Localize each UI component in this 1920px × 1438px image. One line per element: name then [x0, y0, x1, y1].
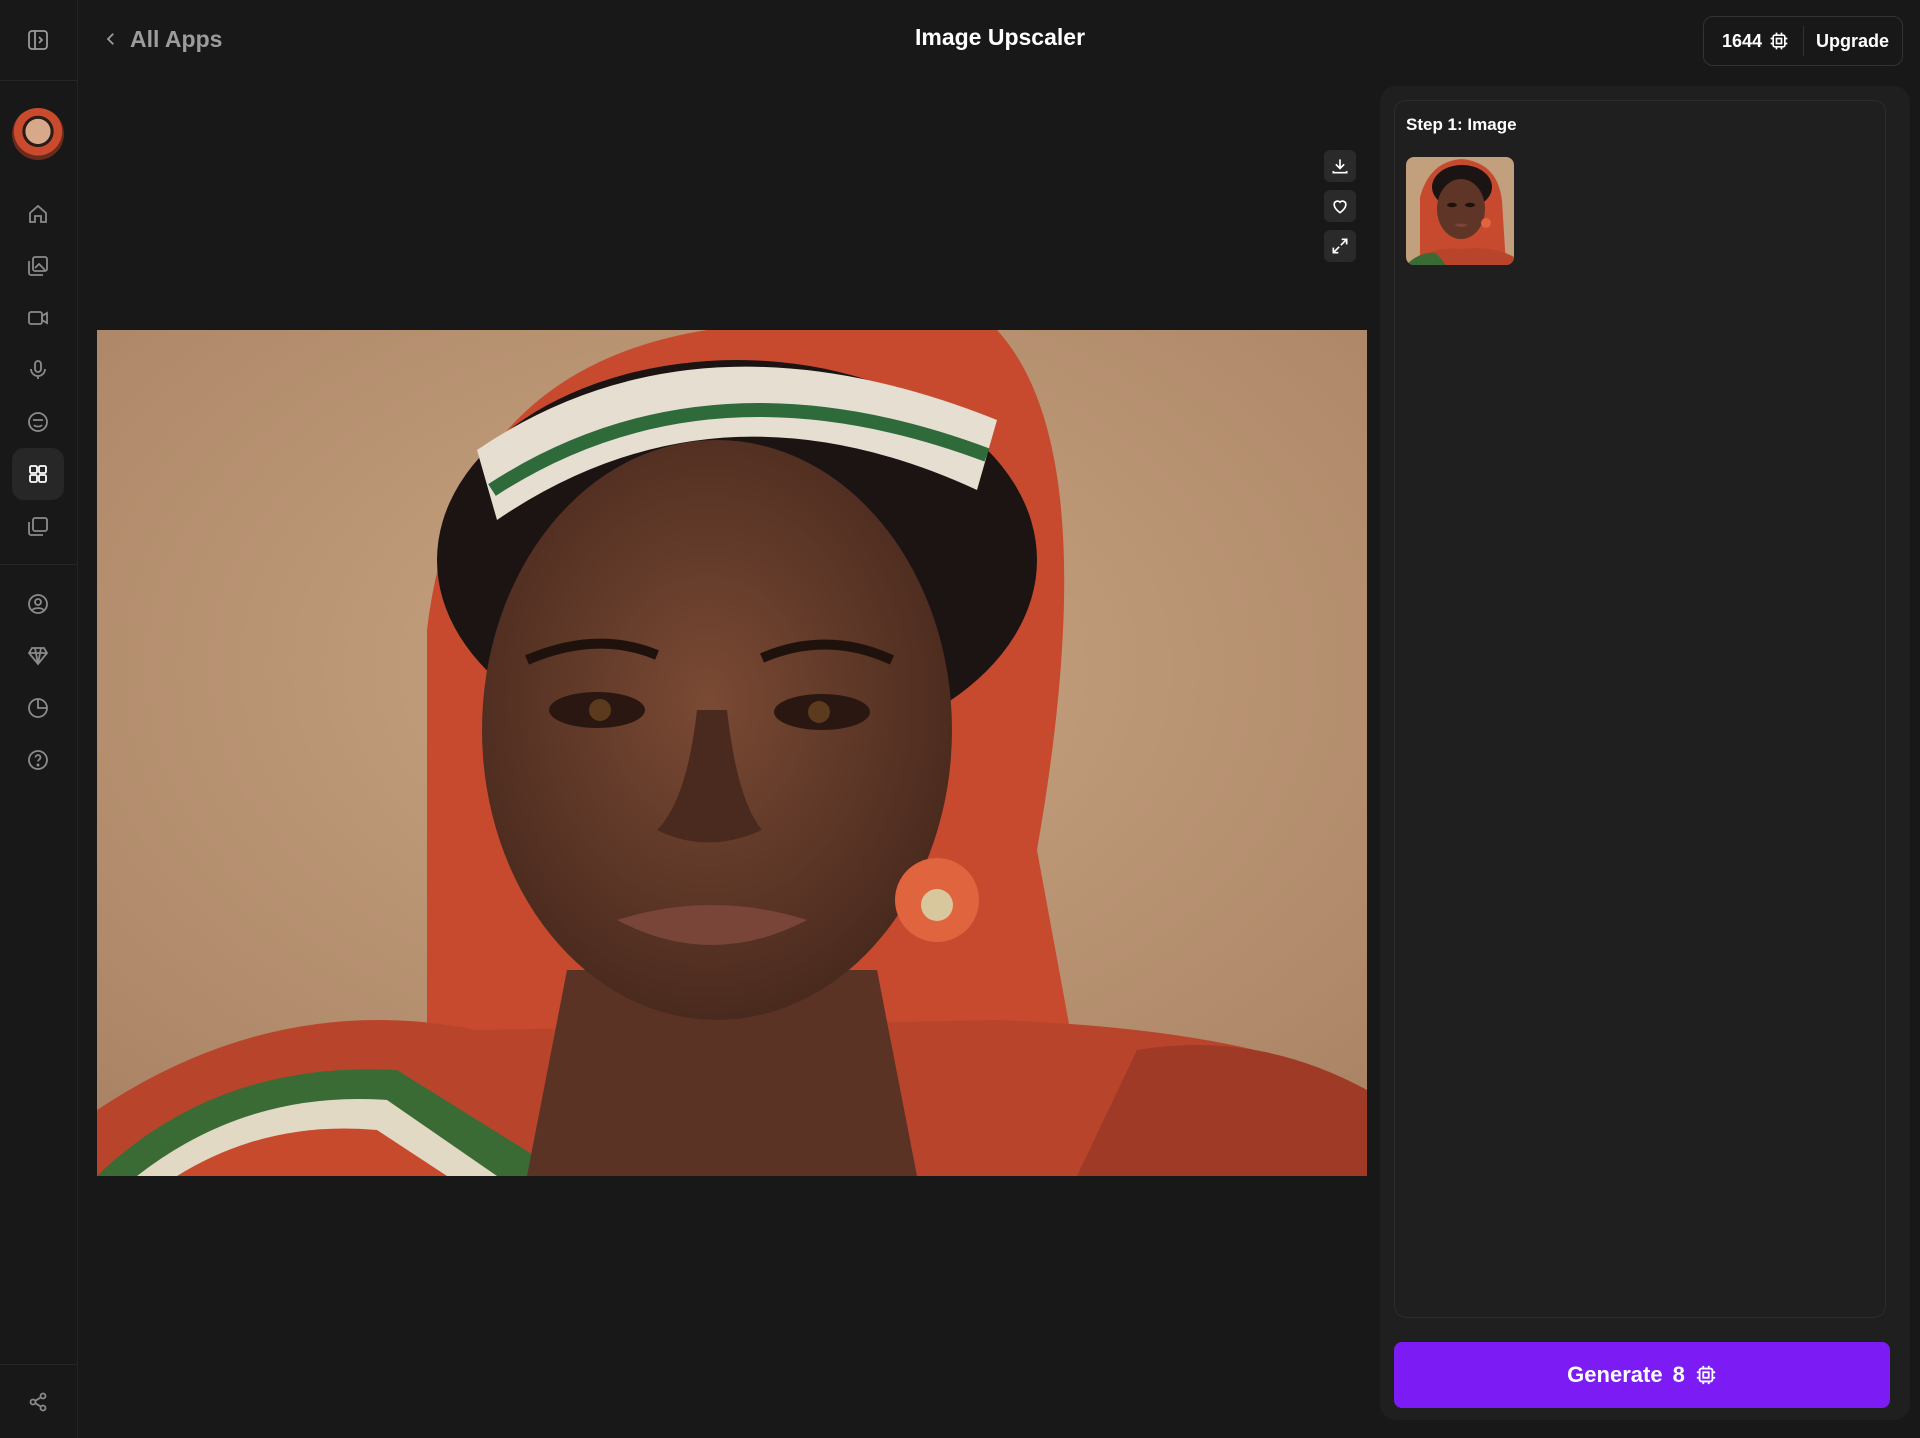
sidebar-item-home[interactable] — [12, 188, 64, 240]
chip-icon — [1770, 32, 1788, 50]
expand-icon — [1332, 238, 1348, 254]
settings-panel: Step 1: Image Generate 8 — [1380, 86, 1910, 1420]
sidebar-item-audio[interactable] — [12, 344, 64, 396]
download-button[interactable] — [1324, 150, 1356, 182]
result-image — [97, 330, 1367, 1176]
upgrade-button[interactable]: Upgrade — [1804, 31, 1889, 52]
microphone-icon — [30, 360, 46, 379]
sidebar-divider — [0, 1364, 78, 1365]
step-title: Step 1: Image — [1406, 115, 1517, 134]
generate-button[interactable]: Generate 8 — [1394, 1342, 1890, 1408]
home-icon — [29, 204, 47, 223]
sidebar-item-help[interactable] — [12, 734, 64, 786]
face-icon — [28, 412, 48, 432]
grid-icon — [29, 465, 47, 483]
sidebar-item-video[interactable] — [12, 292, 64, 344]
diamond-icon — [27, 647, 49, 666]
credits-bar: 1644 Upgrade — [1703, 16, 1903, 66]
sidebar — [0, 0, 78, 1438]
pie-chart-icon — [28, 698, 48, 718]
input-image-thumbnail[interactable] — [1406, 157, 1514, 265]
credits-count[interactable]: 1644 — [1704, 26, 1805, 56]
sidebar-item-usage[interactable] — [12, 682, 64, 734]
sidebar-item-apps[interactable] — [12, 448, 64, 500]
sidebar-divider — [0, 564, 78, 565]
generate-label: Generate — [1567, 1362, 1663, 1387]
sidebar-item-image[interactable] — [12, 240, 64, 292]
image-toolbar — [1324, 150, 1356, 270]
folders-icon — [28, 517, 48, 536]
share-icon[interactable] — [26, 1390, 50, 1414]
expand-button[interactable] — [1324, 230, 1356, 262]
heart-icon — [1333, 200, 1347, 214]
user-circle-icon — [28, 594, 48, 614]
favorite-button[interactable] — [1324, 190, 1356, 222]
sidebar-item-account[interactable] — [12, 578, 64, 630]
generate-cost: 8 — [1672, 1362, 1685, 1387]
step-image-box: Step 1: Image — [1394, 100, 1886, 1318]
help-icon — [28, 750, 48, 770]
app-root: All Apps Image Upscaler 1644 Upgrade Ste… — [0, 0, 1920, 1438]
sidebar-item-character[interactable] — [12, 396, 64, 448]
sidebar-item-plans[interactable] — [12, 630, 64, 682]
sidebar-divider — [0, 80, 78, 81]
credits-value: 1644 — [1722, 30, 1763, 51]
sidebar-item-library[interactable] — [12, 500, 64, 552]
download-icon — [1332, 159, 1348, 174]
chip-icon — [1696, 1365, 1715, 1385]
image-icon — [28, 256, 48, 276]
avatar[interactable] — [12, 108, 64, 160]
page-title: Image Upscaler — [914, 24, 1086, 50]
video-icon — [28, 311, 48, 325]
